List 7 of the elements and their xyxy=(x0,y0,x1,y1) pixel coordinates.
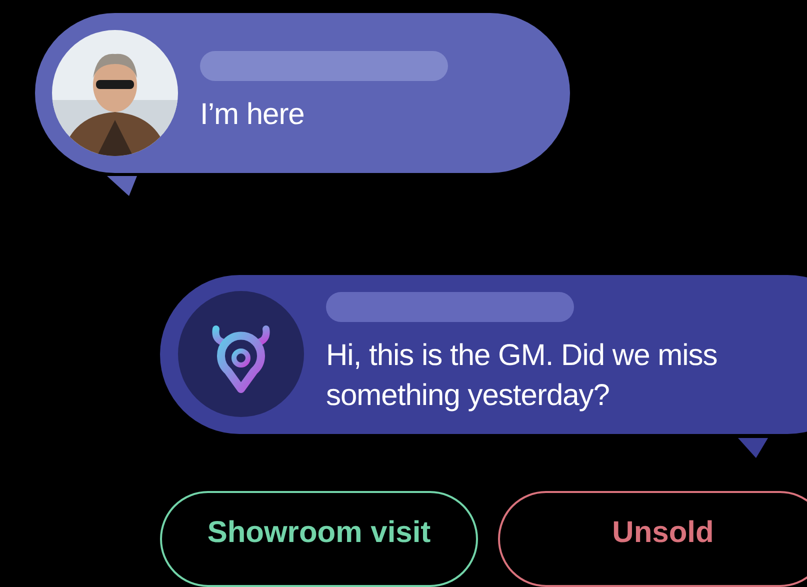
tag-button[interactable]: Showroom visit xyxy=(160,491,478,587)
bull-pin-logo-icon xyxy=(178,291,304,418)
tag-button[interactable]: Unsold xyxy=(498,491,807,587)
bubble-tail xyxy=(738,438,768,458)
message-text: I’m here xyxy=(200,96,306,133)
message-text: Hi, this is the GM. Did we miss something yesterday? xyxy=(326,338,718,414)
bubble-tail xyxy=(107,176,137,196)
